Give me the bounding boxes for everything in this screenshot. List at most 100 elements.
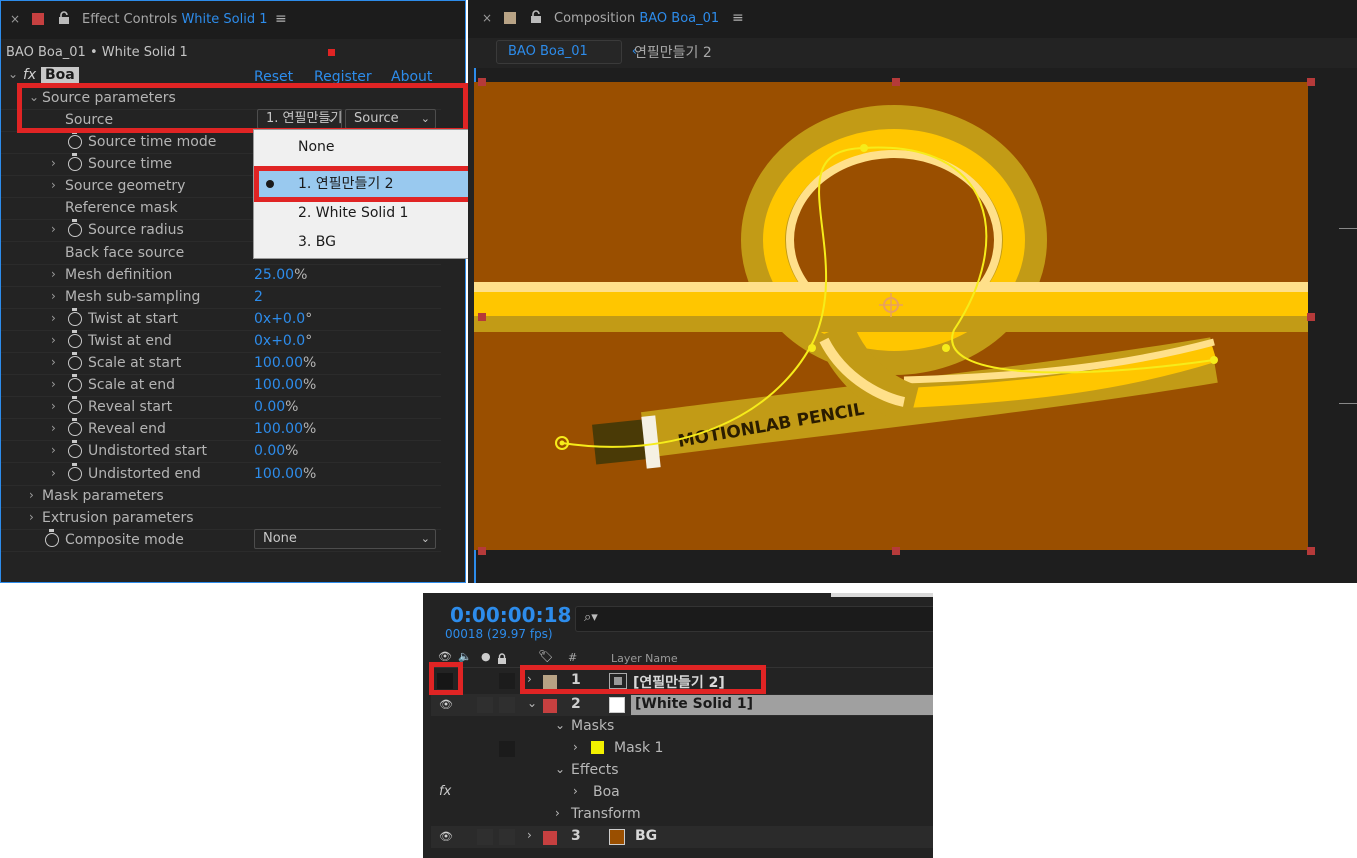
param-value[interactable]: 25.00% [254, 267, 307, 283]
expand-arrow-icon[interactable]: › [573, 784, 578, 798]
transform-handle[interactable] [1307, 78, 1315, 86]
mask-name[interactable]: Mask 1 [614, 740, 663, 756]
transform-handle[interactable] [1307, 547, 1315, 555]
stopwatch-icon[interactable] [68, 219, 82, 238]
expand-arrow-icon[interactable]: › [51, 178, 56, 192]
param-number[interactable]: 100.00 [254, 466, 303, 482]
param-number[interactable]: 0x+0.0 [254, 311, 305, 327]
path-vertex[interactable] [808, 344, 816, 352]
layer-label-color[interactable] [543, 699, 557, 713]
stopwatch-icon[interactable] [68, 329, 82, 348]
solo-toggle[interactable] [477, 697, 493, 713]
collapse-arrow-icon[interactable]: ⌄ [555, 762, 565, 776]
mask-color-swatch[interactable] [591, 741, 604, 754]
expand-arrow-icon[interactable]: › [51, 377, 56, 391]
param-value[interactable]: 100.00% [254, 377, 316, 393]
current-timecode[interactable]: 0:00:00:18 [450, 603, 571, 627]
composition-tab-title[interactable]: Composition BAO Boa_01 [554, 11, 719, 26]
stopwatch-icon[interactable] [68, 131, 82, 149]
stopwatch-icon[interactable] [68, 352, 82, 370]
param-value[interactable]: 100.00% [254, 421, 316, 437]
stopwatch-icon[interactable] [45, 529, 59, 547]
param-number[interactable]: 25.00 [254, 267, 294, 283]
lock-toggle[interactable] [499, 673, 515, 689]
panel-menu-icon[interactable]: ≡ [275, 11, 287, 27]
stopwatch-icon[interactable] [68, 418, 82, 437]
param-number[interactable]: 100.00 [254, 377, 303, 393]
lock-toggle[interactable] [499, 741, 515, 757]
transform-handle[interactable] [892, 547, 900, 555]
stopwatch-icon[interactable] [68, 440, 82, 459]
layer-label-color[interactable] [543, 831, 557, 845]
composition-viewer[interactable]: MOTIONLAB PENCIL [474, 68, 1357, 583]
mask-row[interactable]: › Mask 1 [431, 738, 933, 760]
stopwatch-icon[interactable] [68, 396, 82, 415]
transform-handle[interactable] [892, 78, 900, 86]
effect-row-boa[interactable]: fx › Boa [431, 782, 933, 804]
expand-arrow-icon[interactable]: › [51, 333, 56, 347]
path-vertex[interactable] [942, 344, 950, 352]
expand-arrow-icon[interactable]: › [573, 740, 578, 754]
stopwatch-icon[interactable] [68, 153, 82, 172]
param-value[interactable]: 0x+0.0° [254, 311, 312, 327]
param-value[interactable]: 0.00% [254, 443, 298, 459]
expand-arrow-icon[interactable]: › [51, 443, 56, 457]
effect-name[interactable]: Boa [593, 784, 620, 800]
lock-toggle[interactable] [499, 697, 515, 713]
param-number[interactable]: 2 [254, 289, 263, 305]
transform-handle[interactable] [1307, 313, 1315, 321]
visibility-eye-icon[interactable]: 👁 [439, 830, 453, 843]
property-group-effects[interactable]: ⌄ Effects [431, 760, 933, 782]
effect-controls-tab-title[interactable]: Effect Controls White Solid 1 [82, 12, 267, 27]
property-group-transform[interactable]: › Transform [431, 804, 933, 826]
solo-toggle[interactable] [477, 829, 493, 845]
lock-icon[interactable] [58, 10, 70, 24]
expand-arrow-icon[interactable]: › [527, 828, 532, 842]
lock-toggle[interactable] [499, 829, 515, 845]
close-icon[interactable]: × [482, 11, 492, 25]
expand-arrow-icon[interactable]: › [51, 466, 56, 480]
visibility-eye-icon[interactable]: 👁 [439, 698, 453, 711]
layer-name[interactable]: BG [635, 828, 657, 844]
expand-arrow-icon[interactable]: › [51, 222, 56, 236]
param-value[interactable]: 100.00% [254, 355, 316, 371]
expand-arrow-icon[interactable]: › [29, 510, 34, 524]
expand-arrow-icon[interactable]: › [51, 311, 56, 325]
param-number[interactable]: 0.00 [254, 399, 285, 415]
menu-item[interactable]: None [254, 134, 482, 160]
menu-item[interactable]: 3. BG [254, 229, 482, 255]
panel-menu-icon[interactable]: ≡ [732, 10, 744, 26]
expand-arrow-icon[interactable]: › [51, 267, 56, 281]
expand-arrow-icon[interactable]: › [51, 289, 56, 303]
layer-name[interactable]: [White Solid 1] [635, 696, 753, 712]
stopwatch-icon[interactable] [68, 307, 82, 326]
column-layer-name-header[interactable]: Layer Name [611, 652, 678, 665]
expand-arrow-icon[interactable]: › [51, 156, 56, 170]
param-number[interactable]: 100.00 [254, 421, 303, 437]
param-value[interactable]: 2 [254, 289, 263, 305]
layer-row-3[interactable]: 👁 › 3 BG [431, 826, 933, 848]
expand-arrow-icon[interactable]: › [51, 421, 56, 435]
transform-handle[interactable] [478, 547, 486, 555]
property-group-masks[interactable]: ⌄ Masks [431, 716, 933, 738]
expand-arrow-icon[interactable]: › [555, 806, 560, 820]
transform-handle[interactable] [478, 313, 486, 321]
solo-icon[interactable]: ● [481, 650, 491, 663]
collapse-arrow-icon[interactable]: ⌄ [8, 67, 18, 81]
transform-handle[interactable] [478, 78, 486, 86]
stopwatch-icon[interactable] [68, 462, 82, 481]
stopwatch-icon[interactable] [68, 374, 82, 393]
label-icon[interactable]: 🏷 [538, 649, 553, 663]
lock-icon[interactable] [530, 9, 542, 23]
expand-arrow-icon[interactable]: › [51, 355, 56, 369]
fx-icon[interactable]: fx [439, 784, 451, 799]
param-number[interactable]: 0.00 [254, 443, 285, 459]
breadcrumb-active[interactable]: BAO Boa_01 ‹ [496, 40, 637, 64]
layer-row-2[interactable]: 👁 ⌄ 2 [White Solid 1] [431, 694, 933, 716]
expand-arrow-icon[interactable]: › [29, 488, 34, 502]
extrusion-parameters-group[interactable]: › Extrusion parameters [1, 508, 441, 530]
path-vertex[interactable] [1210, 356, 1218, 364]
close-icon[interactable]: × [10, 12, 20, 26]
effect-name[interactable]: Boa [41, 67, 79, 83]
menu-item[interactable]: 2. White Solid 1 [254, 200, 482, 226]
